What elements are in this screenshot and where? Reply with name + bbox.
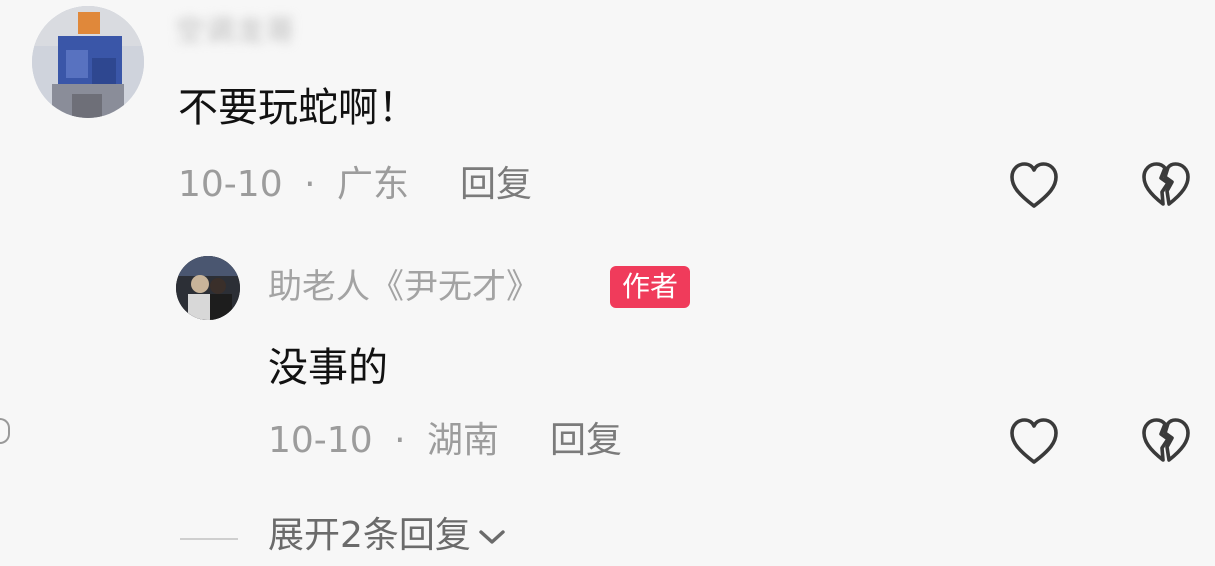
author-badge: 作者 — [610, 266, 691, 308]
edge-fragment — [0, 418, 10, 444]
broken-heart-icon — [1142, 418, 1190, 462]
like-button[interactable] — [1004, 156, 1064, 216]
commenter-avatar[interactable] — [32, 6, 144, 118]
reply-reply-button[interactable]: 回复 — [550, 416, 622, 466]
comment-reply-button[interactable]: 回复 — [460, 160, 532, 210]
comment-location: 广东 — [336, 164, 409, 205]
expand-divider — [180, 538, 238, 540]
reply-dislike-button[interactable] — [1136, 412, 1196, 472]
heart-outline-icon — [1010, 162, 1058, 208]
reply-date: 10-10 — [268, 420, 373, 461]
reply-location: 湖南 — [426, 420, 499, 461]
reply-meta: 10-10 · 湖南 — [268, 416, 499, 466]
reply-text: 没事的 — [268, 345, 388, 391]
meta-separator: · — [394, 420, 406, 461]
reply-like-button[interactable] — [1004, 412, 1064, 472]
expand-replies-label: 展开2条回复 — [268, 515, 471, 556]
meta-separator: · — [304, 164, 316, 205]
reply-author-avatar[interactable] — [176, 256, 240, 320]
comment-date: 10-10 — [178, 164, 283, 205]
chevron-down-icon — [479, 530, 505, 544]
broken-heart-icon — [1142, 162, 1190, 206]
comment-text: 不要玩蛇啊！ — [178, 85, 418, 131]
reply-author-name[interactable]: 助老人《尹无才》 — [268, 262, 540, 312]
commenter-username[interactable]: 空调龙哥 — [176, 10, 344, 52]
expand-replies-button[interactable]: 展开2条回复 — [268, 510, 507, 562]
dislike-button[interactable] — [1136, 156, 1196, 216]
comment-meta: 10-10 · 广东 — [178, 160, 409, 210]
heart-outline-icon — [1010, 418, 1058, 464]
